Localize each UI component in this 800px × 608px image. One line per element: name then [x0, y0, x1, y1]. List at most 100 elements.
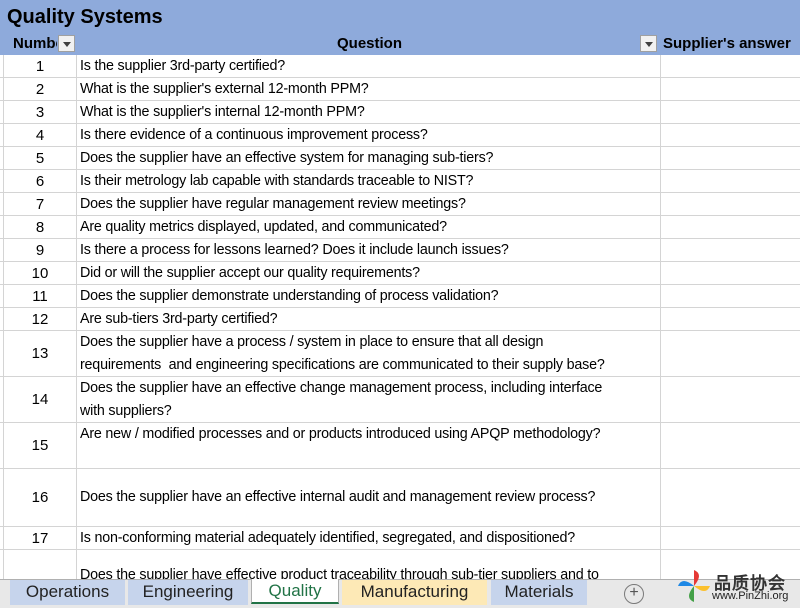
answer-cell[interactable] [660, 78, 800, 100]
row-number-cell[interactable]: 6 [3, 170, 77, 192]
question-cell[interactable]: Does the supplier have an effective inte… [77, 469, 661, 526]
answer-cell[interactable] [660, 55, 800, 77]
column-header-question[interactable]: Question [337, 35, 402, 52]
table-row: 8 Are quality metrics displayed, updated,… [0, 216, 800, 239]
question-cell[interactable]: Does the supplier have regular managemen… [77, 193, 661, 215]
question-text: Does the supplier demonstrate understand… [80, 287, 499, 304]
answer-cell[interactable] [660, 423, 800, 468]
question-cell[interactable]: Is non-conforming material adequately id… [77, 527, 661, 549]
question-text: requirements and engineering specificati… [80, 356, 605, 373]
table-row: 1 Is the supplier 3rd-party certified? [0, 55, 800, 78]
sheet-tab-quality[interactable]: Quality [251, 579, 339, 604]
answer-cell[interactable] [660, 239, 800, 261]
question-cell[interactable]: Is there evidence of a continuous improv… [77, 124, 661, 146]
answer-cell[interactable] [660, 377, 800, 422]
answer-cell[interactable] [660, 193, 800, 215]
row-number-cell[interactable]: 1 [3, 55, 77, 77]
answer-cell[interactable] [660, 331, 800, 376]
row-number-cell[interactable]: 10 [3, 262, 77, 284]
sheet-tab-manufacturing[interactable]: Manufacturing [342, 580, 487, 605]
question-cell[interactable]: Does the supplier have a process / syste… [77, 331, 661, 376]
question-text: Are new / modified processes and or prod… [80, 426, 601, 442]
question-cell[interactable]: Does the supplier have an effective chan… [77, 377, 661, 422]
answer-cell[interactable] [660, 469, 800, 526]
question-cell[interactable]: Is there a process for lessons learned? … [77, 239, 661, 261]
column-header-answer[interactable]: Supplier's answer [663, 35, 791, 52]
question-text: Does the supplier have an effective inte… [80, 489, 596, 505]
sheet-title-bar: Quality Systems [0, 0, 800, 33]
table-row: 11 Does the supplier demonstrate understa… [0, 285, 800, 308]
filter-dropdown-question-icon[interactable] [640, 35, 657, 52]
table-row: 3 What is the supplier's internal 12-mont… [0, 101, 800, 124]
row-number-cell[interactable]: 12 [3, 308, 77, 330]
question-cell[interactable]: Does the supplier have an effective syst… [77, 147, 661, 169]
question-cell[interactable]: Does the supplier have effective product… [77, 550, 661, 579]
row-number-cell[interactable]: 2 [3, 78, 77, 100]
question-text: with suppliers? [80, 402, 172, 419]
row-number-cell[interactable]: 16 [3, 469, 77, 526]
answer-cell[interactable] [660, 101, 800, 123]
sheet-tab-operations[interactable]: Operations [10, 580, 125, 605]
row-number-cell[interactable]: 5 [3, 147, 77, 169]
table-row: 13 Does the supplier have a process / sys… [0, 331, 800, 377]
table-row: 2 What is the supplier's external 12-mont… [0, 78, 800, 101]
sheet-title: Quality Systems [7, 6, 163, 28]
question-table: 1 Is the supplier 3rd-party certified? 2 Wh… [0, 55, 800, 579]
question-cell[interactable]: Is the supplier 3rd-party certified? [77, 55, 661, 77]
question-text: Does the supplier have an effective syst… [80, 149, 494, 166]
question-cell[interactable]: Are new / modified processes and or prod… [77, 423, 661, 468]
question-text: What is the supplier's internal 12-month… [80, 103, 365, 120]
question-cell[interactable]: What is the supplier's internal 12-month… [77, 101, 661, 123]
answer-cell[interactable] [660, 285, 800, 307]
filter-dropdown-number-icon[interactable] [58, 35, 75, 52]
answer-cell[interactable] [660, 262, 800, 284]
question-text: Does the supplier have an effective chan… [80, 379, 603, 396]
question-cell[interactable]: Are quality metrics displayed, updated, … [77, 216, 661, 238]
table-row: 17 Is non-conforming material adequately … [0, 527, 800, 550]
row-number-cell[interactable]: 9 [3, 239, 77, 261]
row-number-cell[interactable] [3, 550, 77, 579]
answer-cell[interactable] [660, 216, 800, 238]
row-number-cell[interactable]: 11 [3, 285, 77, 307]
question-text: Are sub-tiers 3rd-party certified? [80, 310, 278, 327]
column-header-number[interactable]: Number [13, 35, 57, 52]
table-row: 16 Does the supplier have an effective in… [0, 469, 800, 527]
question-cell[interactable]: Is their metrology lab capable with stan… [77, 170, 661, 192]
row-number-cell[interactable]: 14 [3, 377, 77, 422]
pinwheel-logo-icon [678, 570, 710, 602]
watermark-url: www.PinZhi.org [712, 590, 789, 602]
question-text: Did or will the supplier accept our qual… [80, 264, 420, 281]
question-cell[interactable]: Are sub-tiers 3rd-party certified? [77, 308, 661, 330]
table-row: 5 Does the supplier have an effective sys… [0, 147, 800, 170]
row-number-cell[interactable]: 3 [3, 101, 77, 123]
question-cell[interactable]: What is the supplier's external 12-month… [77, 78, 661, 100]
watermark-logo: 品质协会 www.PinZhi.org [676, 566, 800, 608]
table-row: 15 Are new / modified processes and or pr… [0, 423, 800, 469]
question-cell[interactable]: Does the supplier demonstrate understand… [77, 285, 661, 307]
question-text: Is there a process for lessons learned? … [80, 241, 509, 258]
answer-cell[interactable] [660, 124, 800, 146]
row-number-cell[interactable]: 15 [3, 423, 77, 468]
table-row: 10 Did or will the supplier accept our qu… [0, 262, 800, 285]
answer-cell[interactable] [660, 147, 800, 169]
row-number-cell[interactable]: 7 [3, 193, 77, 215]
table-row: 14 Does the supplier have an effective ch… [0, 377, 800, 423]
question-text: What is the supplier's external 12-month… [80, 80, 369, 97]
answer-cell[interactable] [660, 527, 800, 549]
sheet-tab-engineering[interactable]: Engineering [128, 580, 248, 605]
sheet-tab-materials[interactable]: Materials [491, 580, 587, 605]
row-number-cell[interactable]: 13 [3, 331, 77, 376]
question-cell[interactable]: Did or will the supplier accept our qual… [77, 262, 661, 284]
question-text: Does the supplier have regular managemen… [80, 195, 466, 212]
table-row: 9 Is there a process for lessons learned?… [0, 239, 800, 262]
question-text: Does the supplier have a process / syste… [80, 333, 544, 350]
row-number-cell[interactable]: 4 [3, 124, 77, 146]
table-header: Number Question Supplier's answer [0, 33, 800, 55]
answer-cell[interactable] [660, 170, 800, 192]
answer-cell[interactable] [660, 308, 800, 330]
row-number-cell[interactable]: 8 [3, 216, 77, 238]
question-text: Does the supplier have effective product… [80, 567, 599, 579]
add-sheet-icon[interactable]: + [624, 584, 644, 604]
question-text: Is non-conforming material adequately id… [80, 529, 576, 546]
row-number-cell[interactable]: 17 [3, 527, 77, 549]
